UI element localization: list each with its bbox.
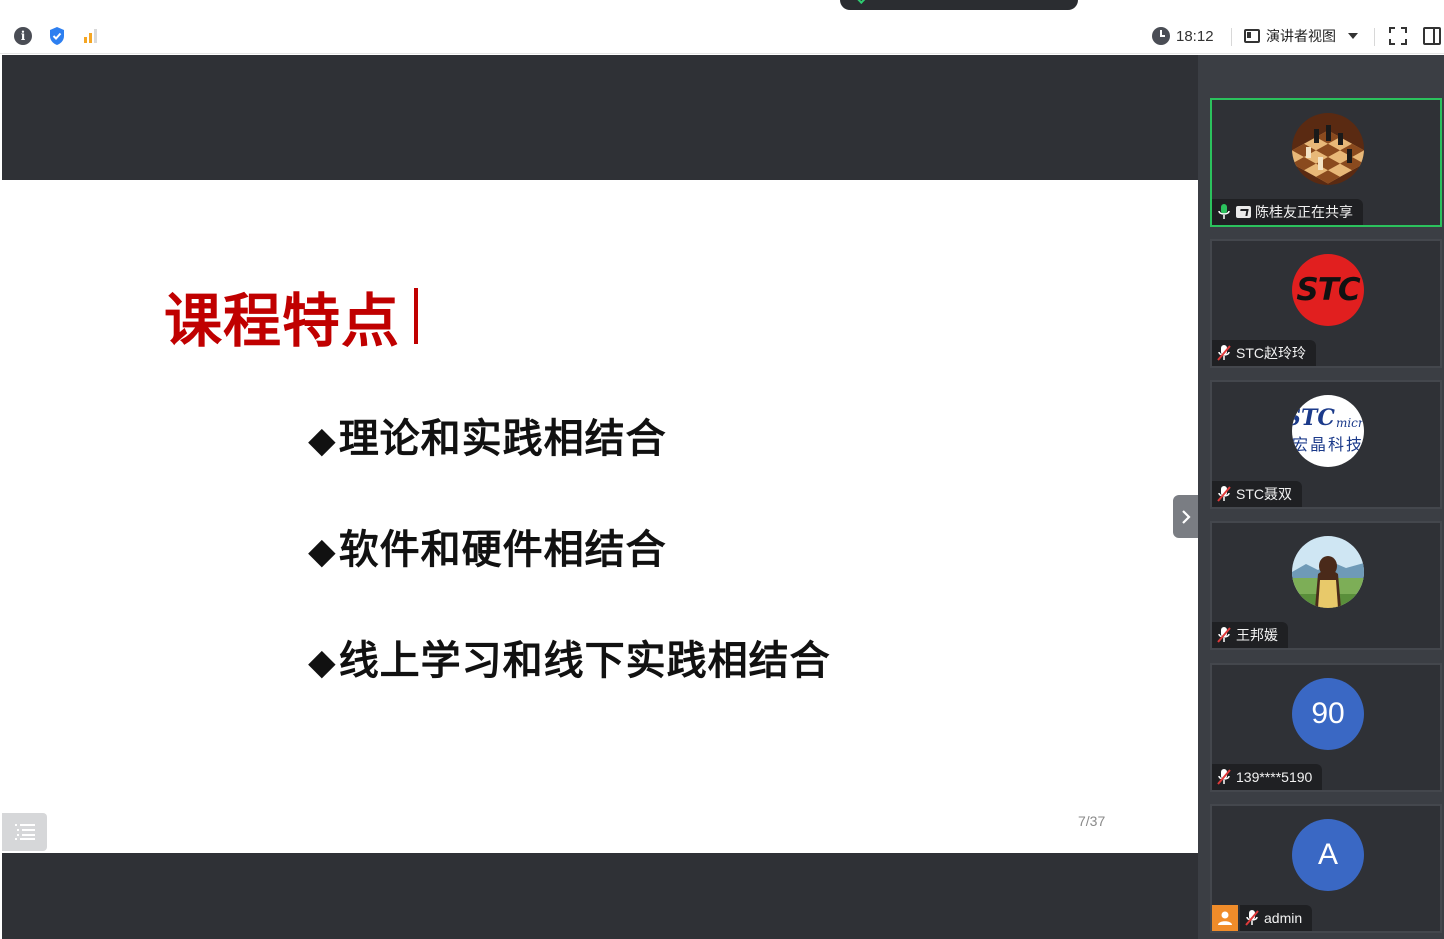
mic-muted-icon [1216,485,1232,503]
avatar-initials: A [1317,838,1338,871]
bullet-diamond-icon: ◆ [308,531,337,572]
sharing-status-pill[interactable] [840,0,1078,10]
view-mode-label: 演讲者视图 [1266,28,1336,44]
title-accent-bar [414,288,419,344]
toggle-sidebar-icon[interactable] [1422,26,1442,46]
mic-muted-icon [1244,909,1260,927]
screen-share-icon [1236,206,1251,218]
clock-icon [1152,27,1170,45]
divider [1231,28,1232,46]
avatar-logo-subtext: 宏晶科技 [1292,437,1364,454]
avatar-logo-text: STC [1296,272,1360,308]
mic-on-icon [1216,203,1232,221]
avatar [1292,113,1364,185]
participant-tile[interactable]: 王邦媛 [1210,521,1442,650]
participant-tile[interactable]: 90 139****5190 [1210,663,1442,792]
fullscreen-icon[interactable] [1388,26,1408,46]
participant-name-tag: 王邦媛 [1212,622,1288,648]
mic-muted-icon [1216,626,1232,644]
network-signal-icon[interactable] [81,26,101,46]
meeting-time: 18:12 [1176,27,1214,45]
avatar [1292,536,1364,608]
list-icon [14,824,35,840]
mic-muted-icon [1216,768,1232,786]
bullet-diamond-icon: ◆ [308,420,337,461]
slide-bullet: ◆理论和实践相结合 [308,416,667,462]
slide-title: 课程特点 [164,274,419,358]
participant-tile[interactable]: A admin [1210,804,1442,933]
avatar-initials: 90 [1311,697,1345,730]
chevron-right-icon [1182,509,1191,524]
avatar: A [1292,819,1364,891]
participant-name: admin [1264,910,1303,926]
shield-icon[interactable] [47,26,67,46]
avatar-logo-text: micro [1335,416,1364,430]
avatar: STC [1292,254,1364,326]
participant-name-tag: 陈桂友正在共享 [1212,199,1363,225]
shared-screen-area: 课程特点 ◆理论和实践相结合 ◆软件和硬件相结合 ◆线上学习和线下实践相结合 7… [2,55,1198,939]
slide-title-text: 课程特点 [164,287,401,355]
avatar-logo-text: STC [1292,405,1335,431]
top-strip [0,0,1444,18]
participant-name-tag: STC赵玲玲 [1212,340,1316,366]
slide-page-indicator: 7/37 [1078,813,1106,829]
presentation-slide: 课程特点 ◆理论和实践相结合 ◆软件和硬件相结合 ◆线上学习和线下实践相结合 7… [2,180,1198,853]
participant-name: 王邦媛 [1236,627,1278,643]
slide-outline-button[interactable] [2,813,47,851]
participant-tile[interactable]: STC STC赵玲玲 [1210,239,1442,368]
participant-name-tag: 139****5190 [1212,764,1323,790]
participant-name: STC赵玲玲 [1236,345,1306,361]
host-icon [1212,905,1238,931]
info-icon[interactable]: i [13,26,33,46]
check-icon [857,0,867,4]
participant-name-tag: admin [1240,905,1313,931]
avatar: 90 [1292,678,1364,750]
bullet-diamond-icon: ◆ [308,642,337,683]
participant-name-tag: STC聂双 [1212,481,1302,507]
collapse-panel-button[interactable] [1173,495,1199,538]
participants-panel: 陈桂友正在共享 STC STC赵玲玲 STC micro 宏晶科技 STC聂双 [1198,55,1444,939]
meeting-clock: 18:12 [1152,26,1214,46]
view-mode-dropdown[interactable]: 演讲者视图 [1244,26,1358,46]
slide-bullet: ◆软件和硬件相结合 [308,527,667,573]
participant-tile[interactable]: STC micro 宏晶科技 STC聂双 [1210,380,1442,509]
participant-tile[interactable]: 陈桂友正在共享 [1210,98,1442,227]
chevron-down-icon [1348,33,1358,39]
participant-name: STC聂双 [1236,486,1292,502]
slide-bullet: ◆线上学习和线下实践相结合 [308,638,831,684]
participant-name: 139****5190 [1236,769,1313,785]
mic-muted-icon [1216,344,1232,362]
participant-name: 陈桂友正在共享 [1255,204,1353,220]
avatar: STC micro 宏晶科技 [1292,395,1364,467]
speaker-view-icon [1244,29,1260,43]
divider [1374,28,1375,46]
meeting-toolbar: i 18:12 演讲者视图 [0,18,1444,54]
